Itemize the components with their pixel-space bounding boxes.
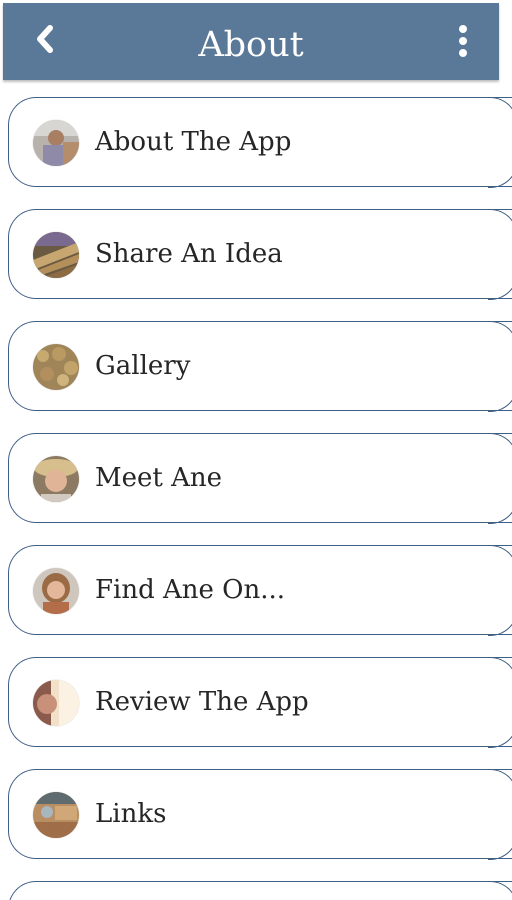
about-menu-list: About The App Share An Idea Gallery Meet… bbox=[8, 96, 512, 900]
more-vertical-icon bbox=[457, 23, 469, 63]
menu-item-label: About The App bbox=[95, 127, 292, 157]
links-avatar bbox=[33, 792, 79, 838]
menu-item-links[interactable]: Links bbox=[8, 768, 512, 860]
menu-item-find-ane-on[interactable]: Find Ane On... bbox=[8, 544, 512, 636]
menu-item-label: Meet Ane bbox=[95, 463, 223, 493]
top-app-bar: About bbox=[3, 3, 499, 80]
menu-item-label: Share An Idea bbox=[95, 239, 283, 269]
menu-item-next-partial[interactable] bbox=[8, 880, 512, 900]
review-the-app-avatar bbox=[33, 680, 79, 726]
app-screen: About About The App Share An Idea Galler… bbox=[0, 0, 512, 900]
about-the-app-avatar bbox=[33, 120, 79, 166]
menu-item-label: Review The App bbox=[95, 687, 309, 717]
menu-item-meet-ane[interactable]: Meet Ane bbox=[8, 432, 512, 524]
menu-item-share-an-idea[interactable]: Share An Idea bbox=[8, 208, 512, 300]
meet-ane-avatar bbox=[33, 456, 79, 502]
overflow-menu-button[interactable] bbox=[449, 23, 477, 63]
menu-item-label: Find Ane On... bbox=[95, 575, 286, 605]
gallery-avatar bbox=[33, 344, 79, 390]
share-an-idea-avatar bbox=[33, 232, 79, 278]
menu-item-about-the-app[interactable]: About The App bbox=[8, 96, 512, 188]
menu-item-review-the-app[interactable]: Review The App bbox=[8, 656, 512, 748]
find-ane-on-avatar bbox=[33, 568, 79, 614]
menu-item-label: Links bbox=[95, 799, 167, 829]
menu-item-gallery[interactable]: Gallery bbox=[8, 320, 512, 412]
menu-item-label: Gallery bbox=[95, 351, 191, 381]
page-title: About bbox=[198, 25, 304, 65]
